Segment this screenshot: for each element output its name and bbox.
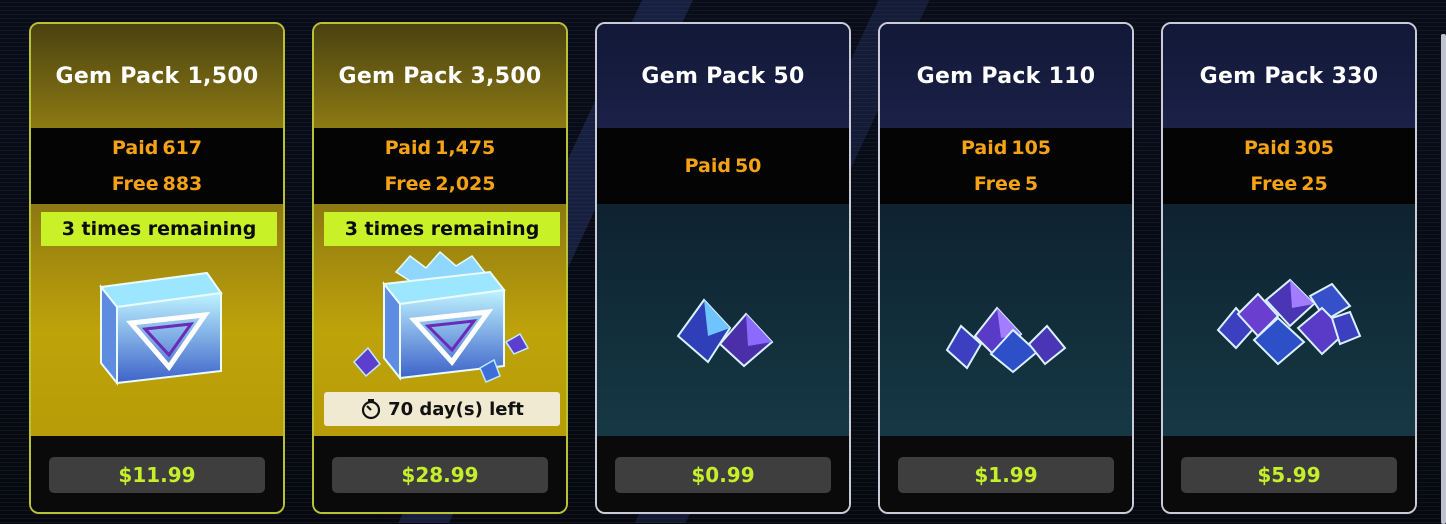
paid-label: Paid	[111, 137, 159, 159]
two-gems-icon	[676, 298, 774, 368]
free-label: Free	[111, 173, 159, 195]
price-button[interactable]: $1.99	[898, 457, 1114, 493]
gem-chest-icon	[99, 271, 223, 386]
stopwatch-icon	[362, 399, 381, 420]
pack-amounts: Paid 305 Free 25	[1163, 128, 1415, 204]
pack-title: Gem Pack 1,500	[31, 24, 283, 128]
pack-art	[597, 204, 849, 436]
free-label: Free	[384, 173, 432, 195]
gem-pack-card-50[interactable]: Gem Pack 50 Paid 50 $0.99	[595, 22, 851, 514]
pack-art: 3 times remaining 70 day(s) left	[314, 204, 566, 436]
pack-title: Gem Pack 330	[1163, 24, 1415, 128]
time-left-text: 70 day(s) left	[388, 398, 524, 420]
paid-label: Paid	[384, 137, 432, 159]
next-card-edge	[1441, 34, 1446, 524]
pack-title: Gem Pack 3,500	[314, 24, 566, 128]
pack-title: Gem Pack 110	[880, 24, 1132, 128]
free-value: 25	[1301, 173, 1328, 195]
pack-amounts: Paid 105 Free 5	[880, 128, 1132, 204]
gem-pack-card-1500[interactable]: Gem Pack 1,500 Paid 617 Free 883 3 times r…	[29, 22, 285, 514]
gem-pack-card-3500[interactable]: Gem Pack 3,500 Paid 1,475 Free 2,025 3 tim…	[312, 22, 568, 514]
free-label: Free	[1250, 173, 1298, 195]
paid-value: 105	[1011, 137, 1052, 159]
gem-pile-large-icon	[1216, 278, 1362, 366]
gem-pack-card-110[interactable]: Gem Pack 110 Paid 105 Free 5 $1.99	[878, 22, 1134, 514]
remaining-badge: 3 times remaining	[41, 212, 277, 246]
pack-footer: $0.99	[597, 436, 849, 512]
overflowing-gem-chest-icon	[352, 250, 530, 383]
pack-amounts: Paid 50	[597, 128, 849, 204]
paid-value: 1,475	[435, 137, 496, 159]
paid-label: Paid	[960, 137, 1008, 159]
paid-label: Paid	[1243, 137, 1291, 159]
pack-art: 3 times remaining	[31, 204, 283, 436]
pack-footer: $28.99	[314, 436, 566, 512]
price-button[interactable]: $0.99	[615, 457, 831, 493]
pack-amounts: Paid 617 Free 883	[31, 128, 283, 204]
paid-value: 305	[1294, 137, 1335, 159]
paid-value: 617	[162, 137, 203, 159]
pack-art	[880, 204, 1132, 436]
free-label: Free	[973, 173, 1021, 195]
time-left-badge: 70 day(s) left	[324, 392, 560, 426]
free-value: 5	[1024, 173, 1039, 195]
gem-pack-card-330[interactable]: Gem Pack 330 Paid 305 Free 25 $5.99	[1161, 22, 1417, 514]
price-button[interactable]: $5.99	[1181, 457, 1397, 493]
pack-footer: $1.99	[880, 436, 1132, 512]
pack-amounts: Paid 1,475 Free 2,025	[314, 128, 566, 204]
remaining-badge: 3 times remaining	[324, 212, 560, 246]
pack-art	[1163, 204, 1415, 436]
gem-pile-small-icon	[945, 306, 1067, 374]
pack-footer: $11.99	[31, 436, 283, 512]
paid-label: Paid	[684, 155, 731, 177]
free-value: 2,025	[435, 173, 496, 195]
free-value: 883	[162, 173, 203, 195]
pack-footer: $5.99	[1163, 436, 1415, 512]
price-button[interactable]: $11.99	[49, 457, 265, 493]
pack-title: Gem Pack 50	[597, 24, 849, 128]
paid-value: 50	[734, 155, 762, 177]
price-button[interactable]: $28.99	[332, 457, 548, 493]
